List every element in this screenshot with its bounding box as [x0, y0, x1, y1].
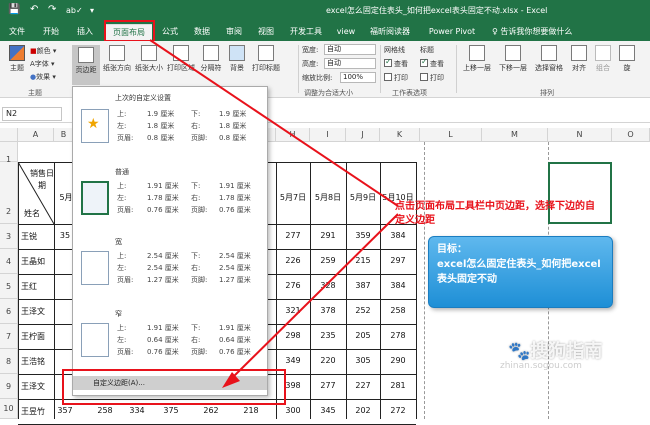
goal-callout: 目标： excel怎么固定住表头_如何把excel表头固定不动: [428, 236, 613, 308]
goal-text: excel怎么固定住表头_如何把excel表头固定不动: [437, 259, 601, 285]
sogou-paw-icon: 🐾: [508, 341, 531, 362]
watermark-url: zhinan.sogou.com: [500, 361, 582, 371]
goal-label: 目标：: [437, 244, 467, 255]
watermark-logo: 🐾搜狗指南: [508, 341, 603, 362]
instruction-annotation: 点击页面布局工具栏中页边距，选择下边的自定义边距: [395, 201, 595, 226]
